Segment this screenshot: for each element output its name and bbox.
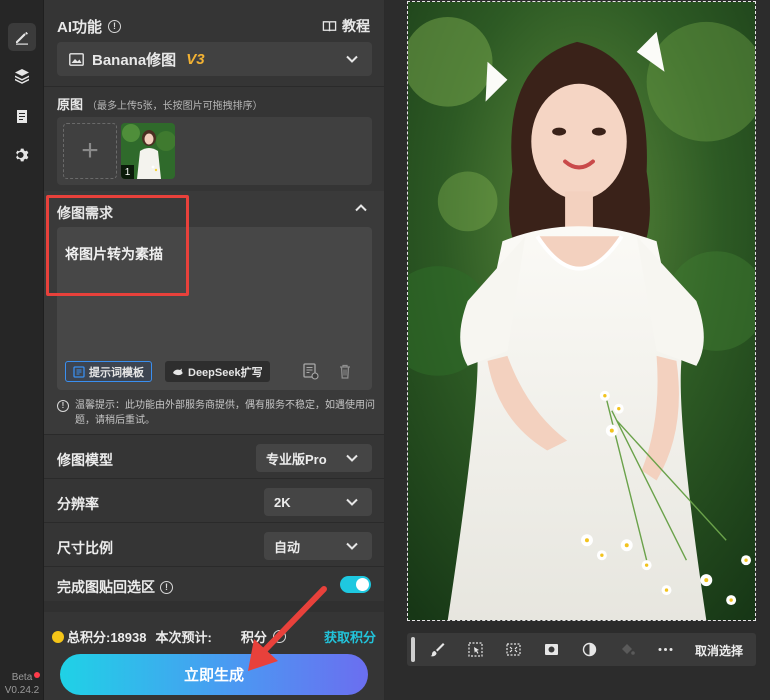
upload-slot[interactable]: + bbox=[63, 123, 117, 179]
original-title: 原图 （最多上传5张，长按图片可拖拽排序） bbox=[57, 94, 263, 113]
photo-image bbox=[408, 2, 755, 620]
edit-model-label: 修图模型 bbox=[57, 452, 113, 468]
book-icon bbox=[322, 20, 337, 31]
edit-request-title: 修图需求 bbox=[57, 205, 113, 221]
ratio-select[interactable]: 自动 bbox=[264, 532, 372, 560]
tutorial-label: 教程 bbox=[342, 18, 370, 34]
chevron-down-icon bbox=[346, 55, 358, 63]
layers-icon[interactable] bbox=[8, 62, 36, 90]
get-credits-link[interactable]: 获取积分 bbox=[324, 627, 376, 646]
original-images-box: + 1 bbox=[57, 117, 372, 185]
history-text-icon[interactable] bbox=[303, 363, 319, 380]
brush-icon[interactable] bbox=[429, 641, 446, 658]
deselect-button[interactable]: 取消选择 bbox=[695, 642, 743, 659]
panel-title: AI功能 ! bbox=[57, 16, 122, 37]
credits-total: 总积分:18938 bbox=[67, 630, 147, 645]
edit-request-text: 将图片转为素描 bbox=[65, 246, 163, 262]
prompt-template-button[interactable]: 提示词模板 bbox=[65, 361, 152, 382]
coin-icon bbox=[52, 630, 64, 643]
chevron-up-icon[interactable] bbox=[355, 204, 367, 212]
panel-title-text: AI功能 bbox=[57, 19, 103, 36]
clipboard-icon[interactable] bbox=[8, 102, 36, 130]
divider bbox=[44, 478, 384, 479]
model-version-tag: V3 bbox=[186, 50, 205, 68]
tutorial-button[interactable]: 教程 bbox=[322, 16, 370, 36]
whale-icon bbox=[173, 368, 183, 375]
left-rail: Beta V0.24.2 bbox=[0, 0, 44, 700]
info-icon[interactable]: ! bbox=[272, 630, 286, 643]
edit-model-value: 专业版Pro bbox=[266, 451, 327, 467]
version-label: V0.24.2 bbox=[4, 685, 40, 696]
paste-back-row: 完成图贴回选区 ! bbox=[57, 577, 173, 597]
trash-icon[interactable] bbox=[337, 363, 353, 380]
model-select[interactable]: Banana修图 V3 bbox=[57, 42, 372, 76]
info-icon[interactable]: ! bbox=[160, 580, 173, 594]
divider bbox=[44, 434, 384, 435]
chevron-down-icon bbox=[346, 542, 358, 550]
divider bbox=[44, 601, 384, 612]
mask-icon[interactable] bbox=[543, 641, 560, 658]
template-icon bbox=[73, 365, 85, 378]
chevron-down-icon bbox=[346, 498, 358, 506]
credits-info: 总积分:18938 本次预计: 积分 ! bbox=[52, 627, 286, 646]
info-icon: ! bbox=[57, 400, 69, 412]
paste-back-label: 完成图贴回选区 bbox=[57, 579, 155, 595]
prompt-template-label: 提示词模板 bbox=[89, 366, 144, 379]
deepseek-button[interactable]: DeepSeek扩写 bbox=[165, 361, 270, 382]
pen-icon[interactable] bbox=[8, 23, 36, 51]
plus-icon: + bbox=[81, 134, 99, 167]
canvas-toolbar: 取消选择 bbox=[407, 633, 756, 666]
generate-button-label: 立即生成 bbox=[183, 667, 244, 684]
original-thumbnail[interactable]: 1 bbox=[121, 123, 175, 179]
divider bbox=[44, 86, 384, 87]
select-icon[interactable] bbox=[467, 641, 484, 658]
divider bbox=[44, 566, 384, 567]
service-tip-text: 温馨提示：此功能由外部服务商提供，偶有服务不稳定，如遇使用问题，请稍后重试。 bbox=[75, 400, 375, 426]
chevron-down-icon bbox=[346, 454, 358, 462]
generate-button[interactable]: 立即生成 bbox=[60, 654, 368, 695]
contrast-icon[interactable] bbox=[581, 641, 598, 658]
edit-model-select[interactable]: 专业版Pro bbox=[256, 444, 372, 472]
credits-estimate: 本次预计: bbox=[155, 630, 212, 645]
divider bbox=[44, 522, 384, 523]
credits-estimate-suffix: 积分 bbox=[240, 630, 267, 645]
service-tip: ! 温馨提示：此功能由外部服务商提供，偶有服务不稳定，如遇使用问题，请稍后重试。 bbox=[57, 398, 377, 428]
image-icon bbox=[69, 52, 84, 66]
ai-panel: AI功能 ! 教程 Banana修图 V3 原图 （最多上传5张，长按图片可拖拽排… bbox=[44, 0, 384, 700]
ratio-value: 自动 bbox=[274, 539, 301, 555]
gear-icon[interactable] bbox=[8, 141, 36, 169]
original-title-text: 原图 bbox=[57, 97, 84, 112]
thumbnail-index: 1 bbox=[121, 165, 134, 179]
model-select-label: Banana修图 bbox=[92, 51, 177, 69]
original-hint: （最多上传5张，长按图片可拖拽排序） bbox=[87, 101, 263, 112]
more-icon[interactable] bbox=[657, 641, 674, 658]
toolbar-drag-handle[interactable] bbox=[411, 637, 415, 662]
expand-selection-icon[interactable] bbox=[505, 641, 522, 658]
info-icon[interactable]: ! bbox=[108, 20, 122, 33]
bucket-icon[interactable] bbox=[619, 641, 636, 658]
beta-dot bbox=[34, 672, 40, 678]
deepseek-label: DeepSeek扩写 bbox=[188, 366, 263, 379]
resolution-select[interactable]: 2K bbox=[264, 488, 372, 516]
ratio-label: 尺寸比例 bbox=[57, 540, 113, 556]
resolution-value: 2K bbox=[274, 494, 291, 510]
paste-back-toggle[interactable] bbox=[340, 576, 371, 593]
photo-canvas[interactable] bbox=[407, 1, 756, 621]
toggle-knob bbox=[356, 578, 369, 591]
resolution-label: 分辨率 bbox=[57, 496, 99, 512]
